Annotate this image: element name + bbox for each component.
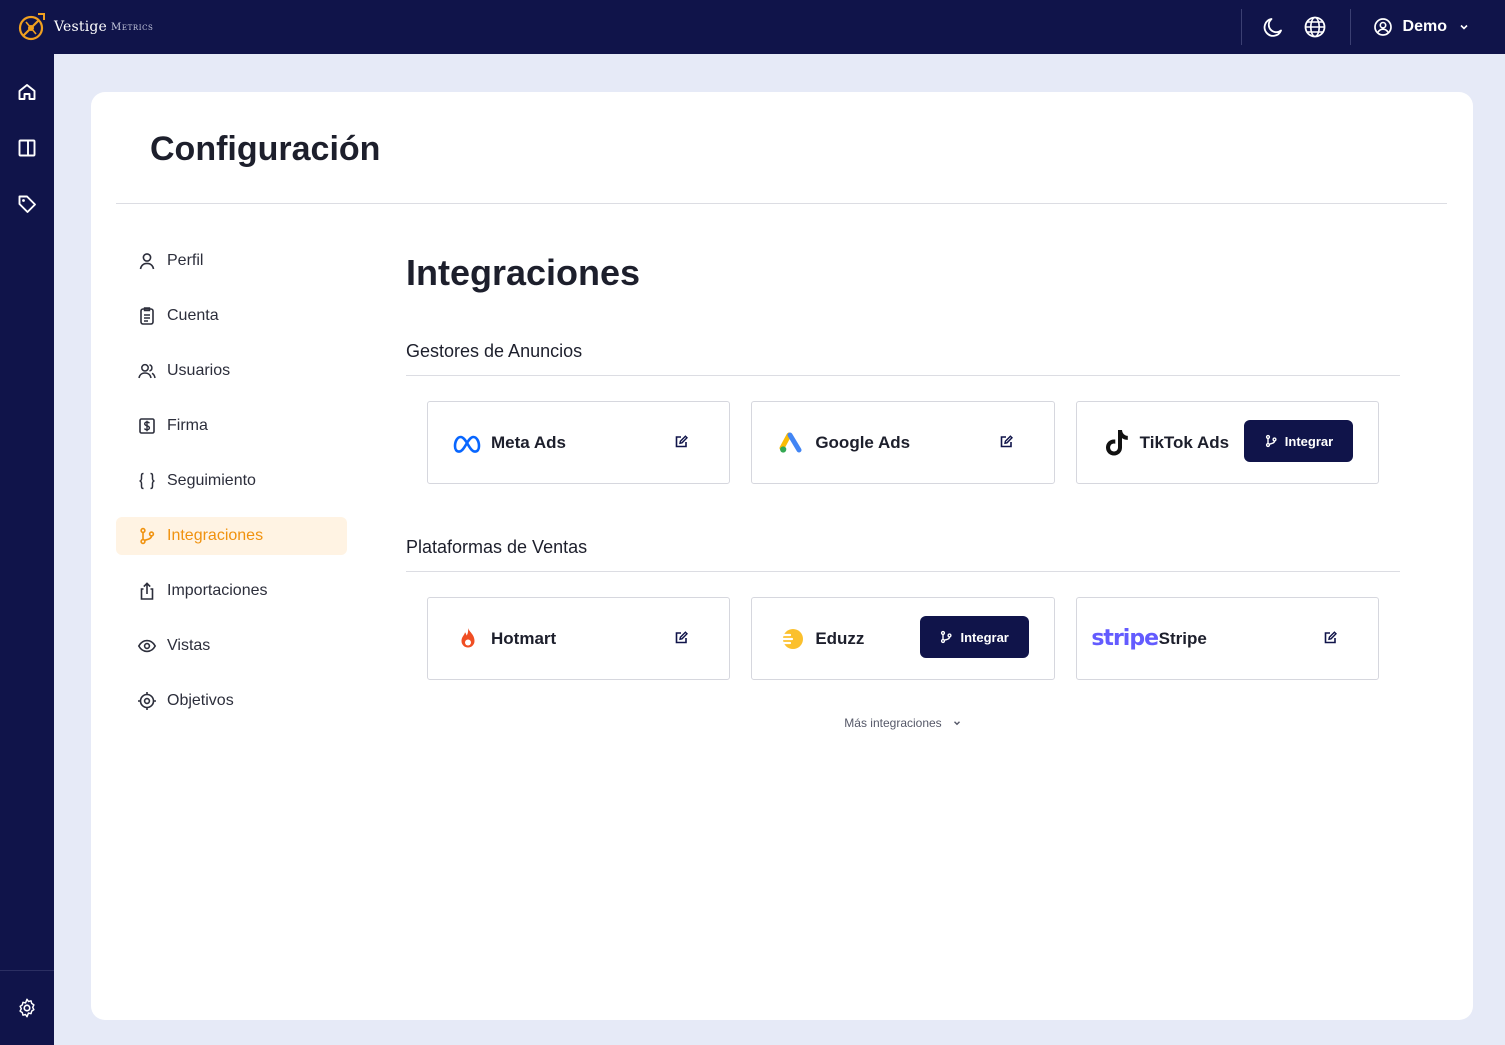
ads-group-title: Gestores de Anuncios — [406, 341, 583, 361]
edit-icon[interactable] — [1320, 628, 1340, 648]
left-rail — [0, 54, 54, 1045]
upload-icon — [137, 581, 157, 601]
nav-item-perfil[interactable]: Perfil — [116, 242, 347, 280]
stripe-logo: stripe — [1091, 622, 1159, 656]
edit-icon[interactable] — [996, 432, 1016, 452]
chevron-down-icon — [953, 721, 960, 726]
branch-icon — [941, 630, 953, 644]
tag-icon[interactable] — [0, 182, 54, 226]
chevron-down-icon — [1460, 24, 1468, 30]
globe-icon[interactable] — [1294, 6, 1336, 48]
integrate-button-label: Integrar — [1284, 433, 1334, 449]
nav-item-importaciones[interactable]: Importaciones — [116, 572, 347, 610]
brand-subtitle: Metrics — [111, 21, 154, 33]
integration-name: Hotmart — [491, 628, 557, 648]
clipboard-icon — [137, 306, 157, 326]
integration-tile-meta-ads[interactable]: Meta Ads — [427, 401, 731, 484]
ads-tiles: Meta Ads Google Ads TikTok Ads Integrar — [427, 401, 1400, 484]
page-title: Configuración — [150, 130, 381, 168]
group-divider — [406, 571, 1400, 572]
more-integrations-label: Más integraciones — [844, 716, 942, 730]
nav-item-objetivos[interactable]: Objetivos — [116, 682, 347, 720]
integration-tile-stripe[interactable]: stripe Stripe — [1075, 597, 1379, 680]
user-icon — [137, 251, 157, 271]
nav-item-label: Objetivos — [167, 692, 234, 709]
integration-name: Eduzz — [815, 628, 865, 648]
nav-item-label: Integraciones — [167, 527, 264, 544]
rail-divider — [0, 970, 54, 971]
google-ads-logo — [775, 426, 809, 460]
settings-card: Configuración Perfil Cuenta Usuarios Fir… — [91, 92, 1473, 1020]
more-integrations-link[interactable]: Más integraciones — [406, 716, 1400, 730]
integration-tile-hotmart[interactable]: Hotmart — [427, 597, 731, 680]
meta-logo — [451, 426, 485, 460]
user-circle-icon — [1373, 18, 1392, 36]
nav-item-cuenta[interactable]: Cuenta — [116, 297, 347, 335]
branch-icon — [137, 526, 157, 546]
target-icon — [137, 691, 157, 711]
braces-icon — [137, 471, 157, 491]
divider — [1349, 9, 1351, 45]
edit-icon[interactable] — [671, 432, 691, 452]
nav-item-integraciones[interactable]: Integraciones — [116, 517, 347, 555]
hotmart-logo — [451, 622, 485, 656]
edit-icon[interactable] — [671, 628, 691, 648]
integration-name: TikTok Ads — [1139, 432, 1230, 452]
brand-name: Vestige — [54, 19, 108, 35]
user-menu[interactable]: Demo — [1373, 17, 1469, 37]
gear-icon[interactable] — [0, 986, 54, 1030]
moon-icon[interactable] — [1252, 6, 1294, 48]
top-bar: Vestige Metrics Demo — [0, 0, 1505, 54]
integrate-button-label: Integrar — [960, 629, 1009, 645]
user-name: Demo — [1402, 18, 1447, 35]
nav-item-label: Cuenta — [167, 307, 219, 324]
eduzz-logo — [775, 622, 809, 656]
sales-tiles: Hotmart Eduzz Integrar stripe Stripe — [427, 597, 1400, 680]
integrate-button[interactable]: Integrar — [919, 616, 1029, 658]
section-title: Integraciones — [406, 252, 641, 293]
settings-nav: Perfil Cuenta Usuarios Firma Seguimiento — [116, 242, 347, 737]
integration-name: Google Ads — [815, 432, 911, 452]
integration-name: Meta Ads — [491, 432, 566, 452]
compass-logo — [18, 13, 45, 41]
nav-item-firma[interactable]: Firma — [116, 407, 347, 445]
nav-item-vistas[interactable]: Vistas — [116, 627, 347, 665]
title-divider — [116, 203, 1447, 204]
stripe-logo-text: stripe — [1091, 626, 1159, 651]
nav-item-label: Importaciones — [167, 582, 268, 599]
eye-icon — [137, 636, 157, 656]
integration-name: Stripe — [1158, 628, 1207, 648]
branch-icon — [1265, 434, 1277, 448]
nav-item-usuarios[interactable]: Usuarios — [116, 352, 347, 390]
group-divider — [406, 375, 1400, 376]
dollar-square-icon — [137, 416, 157, 436]
nav-item-seguimiento[interactable]: Seguimiento — [116, 462, 347, 500]
integrate-button[interactable]: Integrar — [1243, 420, 1353, 462]
users-icon — [137, 361, 157, 381]
top-actions: Demo — [1240, 0, 1505, 54]
integration-tile-google-ads[interactable]: Google Ads — [751, 401, 1055, 484]
nav-item-label: Perfil — [167, 252, 204, 269]
tiktok-logo — [1100, 426, 1134, 460]
nav-item-label: Vistas — [167, 637, 211, 654]
panel-icon[interactable] — [0, 126, 54, 170]
nav-item-label: Firma — [167, 417, 208, 434]
integrations-panel: Integraciones Gestores de Anuncios Meta … — [406, 252, 1400, 730]
integration-tile-eduzz[interactable]: Eduzz Integrar — [751, 597, 1055, 680]
integration-tile-tiktok-ads[interactable]: TikTok Ads Integrar — [1075, 401, 1379, 484]
divider — [1240, 9, 1242, 45]
brand[interactable]: Vestige Metrics — [14, 10, 153, 44]
home-icon[interactable] — [0, 70, 54, 114]
sales-group-title: Plataformas de Ventas — [406, 537, 588, 557]
nav-item-label: Usuarios — [167, 362, 231, 379]
nav-item-label: Seguimiento — [167, 472, 256, 489]
